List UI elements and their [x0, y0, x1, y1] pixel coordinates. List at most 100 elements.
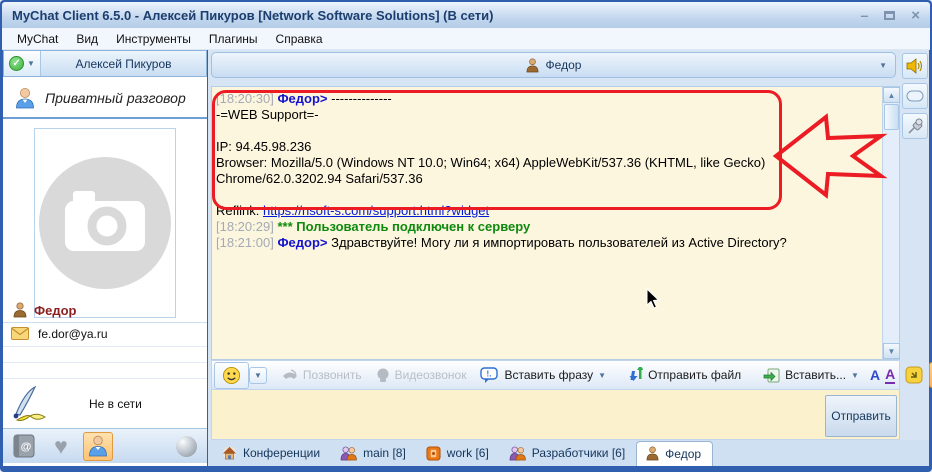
svg-text:!.: !. [487, 369, 492, 378]
conversation-tabbar: Конференции main [8] work [6] [208, 440, 929, 466]
emoji-button[interactable] [214, 362, 249, 389]
contact-status-row: Не в сети [3, 380, 207, 428]
tab-main[interactable]: main [8] [331, 441, 417, 466]
font-letter: А [870, 367, 880, 383]
message-line: [18:20:30] Федор> -------------- [216, 91, 864, 107]
timestamp: [18:20:29] [216, 219, 274, 234]
envelope-icon [11, 327, 29, 340]
contact-name: Федор [34, 303, 76, 318]
chevron-down-icon[interactable]: ▼ [879, 61, 887, 70]
insert-phrase-label: Вставить фразу [504, 368, 593, 382]
insert-file-icon [763, 368, 780, 383]
tab-fedor[interactable]: Федор [636, 441, 713, 466]
message-text: Здравствуйте! Могу ли я импортировать по… [331, 235, 787, 250]
video-call-label: Видеозвонок [395, 368, 467, 382]
chat-person-icon [526, 58, 539, 73]
send-file-button[interactable]: Отправить файл [621, 364, 748, 387]
menu-plugins[interactable]: Плагины [200, 30, 267, 48]
menu-help[interactable]: Справка [267, 30, 332, 48]
contact-email: fe.dor@ya.ru [38, 327, 108, 341]
message-line: Reflink: https://nsoft-s.com/support.htm… [216, 203, 864, 219]
author-name: Федор> [277, 91, 327, 106]
tab-label: main [8] [363, 446, 406, 460]
message-text: -------------- [331, 91, 392, 106]
web-button[interactable] [171, 432, 201, 461]
speaker-icon [906, 58, 924, 74]
insert-label: Вставить... [785, 368, 846, 382]
private-talk-row[interactable]: Приватный разговор [3, 78, 207, 119]
address-book-icon: @ [13, 434, 35, 458]
chevron-down-icon: ▼ [851, 371, 859, 380]
chat-message-area: [18:20:30] Федор> -------------- -=WEB S… [211, 86, 900, 360]
scroll-up-button[interactable]: ▲ [883, 87, 900, 103]
insert-button[interactable]: Вставить... ▼ [756, 365, 866, 386]
avatar-placeholder [34, 128, 176, 318]
message-toolbar: ▼ Позвонить Видеозвонок [211, 360, 900, 390]
scroll-down-button[interactable]: ▼ [883, 343, 900, 359]
emoji-dropdown-button[interactable]: ▼ [249, 367, 267, 384]
sidebar-header: ✓ ▼ Алексей Пикуров [3, 50, 207, 77]
status-button[interactable]: ✓ ▼ [4, 51, 41, 76]
timestamp: [18:21:00] [216, 235, 274, 250]
blank-line [216, 187, 864, 203]
chat-header[interactable]: Федор ▼ [211, 52, 896, 78]
reflink-url[interactable]: https://nsoft-s.com/support.html?widget [263, 203, 489, 218]
insert-phrase-button[interactable]: !. Вставить фразу ▼ [473, 364, 613, 387]
chat-scrollbar[interactable]: ▲ ▼ [882, 87, 899, 359]
timestamp: [18:20:30] [216, 91, 274, 106]
empty-list-row [3, 362, 207, 377]
tab-conferences[interactable]: Конференции [213, 441, 331, 466]
svg-text:@: @ [21, 441, 32, 453]
window-controls: – × [860, 8, 920, 23]
font-button[interactable]: АА [866, 365, 899, 385]
message-line: [18:21:00] Федор> Здравствуйте! Могу ли … [216, 235, 864, 251]
empty-list-row [3, 346, 207, 361]
reflink-label: Reflink: [216, 203, 259, 218]
message-line: IP: 94.45.98.236 [216, 139, 864, 155]
message-line: -=WEB Support=- [216, 107, 864, 123]
maximize-button[interactable] [884, 11, 895, 20]
contact-name-row[interactable]: Федор [3, 298, 207, 322]
close-button[interactable]: × [911, 8, 920, 23]
main-area: Федор ▼ [208, 50, 929, 466]
contact-person-icon [13, 302, 27, 318]
menu-tools[interactable]: Инструменты [107, 30, 200, 48]
pin-button[interactable] [902, 113, 928, 139]
tab-label: Конференции [243, 446, 320, 460]
person-icon [646, 446, 659, 461]
message-line: Browser: Mozilla/5.0 (Windows NT 10.0; W… [216, 155, 846, 187]
person-icon [88, 435, 108, 457]
speech-bubble-icon: !. [480, 367, 499, 384]
send-file-label: Отправить файл [648, 368, 741, 382]
chat-transcript: [18:20:30] Федор> -------------- -=WEB S… [216, 91, 864, 251]
contact-email-row[interactable]: fe.dor@ya.ru [3, 322, 207, 344]
contact-info-button[interactable] [83, 432, 113, 461]
title-bar: MyChat Client 6.5.0 - Алексей Пикуров [N… [2, 2, 930, 28]
webcam-icon [376, 368, 390, 383]
menu-view[interactable]: Вид [67, 30, 107, 48]
work-channel-icon [426, 446, 441, 461]
toolbar-right-group: АА abc ✓ [866, 362, 932, 388]
chevron-down-icon: ▼ [27, 59, 35, 68]
minimize-button[interactable]: – [860, 8, 868, 22]
tab-developers[interactable]: Разработчики [6] [500, 441, 636, 466]
rounded-panel-icon [906, 90, 924, 102]
compact-view-button[interactable] [902, 83, 928, 109]
menu-mychat[interactable]: MyChat [8, 30, 67, 48]
online-status-icon: ✓ [9, 56, 24, 71]
scrollbar-thumb[interactable] [884, 104, 899, 130]
sound-button[interactable] [902, 53, 928, 79]
sidebar-toolbar: @ ♥ [3, 428, 207, 463]
quill-book-icon [9, 384, 51, 424]
message-input-area[interactable]: Отправить [211, 390, 900, 440]
call-label: Позвонить [303, 368, 362, 382]
contacts-book-button[interactable]: @ [9, 432, 39, 461]
chevron-down-icon: ▼ [254, 371, 262, 380]
quote-button[interactable] [903, 364, 925, 386]
send-button[interactable]: Отправить [825, 395, 897, 437]
chevron-down-icon: ▼ [598, 371, 606, 380]
tab-work[interactable]: work [6] [417, 441, 500, 466]
phone-icon [282, 368, 298, 383]
camera-icon [35, 153, 175, 293]
favorites-button[interactable]: ♥ [46, 432, 76, 461]
